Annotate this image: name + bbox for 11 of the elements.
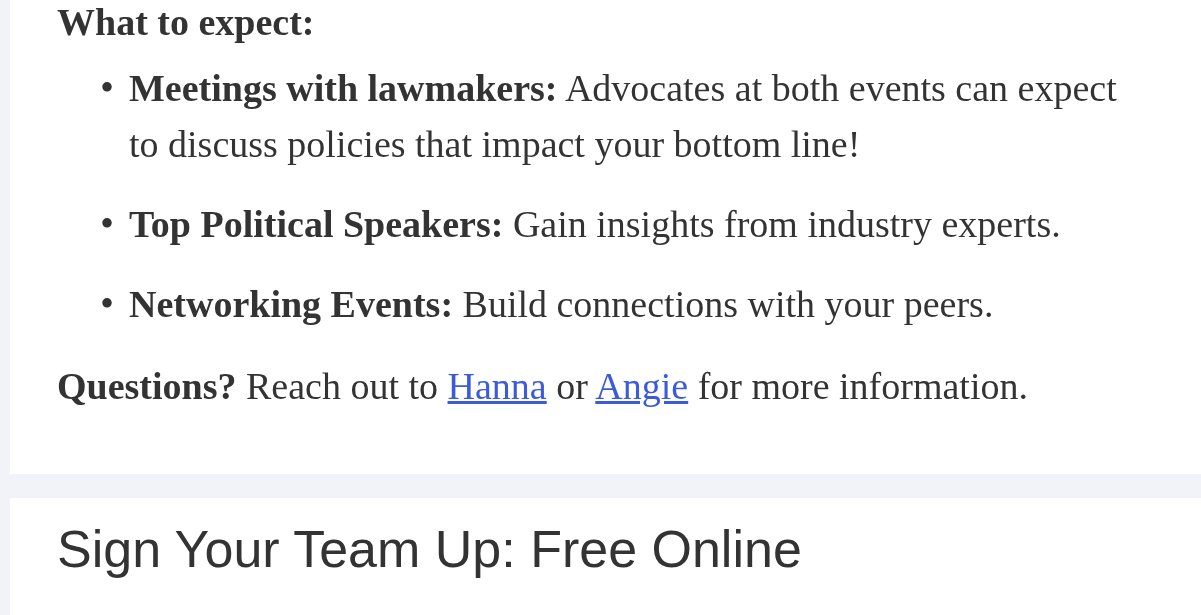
contact-link[interactable]: Angie	[595, 365, 689, 407]
bullet-icon: •	[100, 196, 129, 252]
bullet-item: Networking Events: Build connections with your peers.	[129, 282, 994, 327]
section-heading: What to expect:	[57, 0, 316, 44]
bullet-item: Meetings with lawmakers: Advocates at both events can expect to discuss policies that impact your bottom line!	[129, 66, 1118, 167]
section-heading: Sign Your Team Up: Free Online	[57, 519, 803, 580]
bullet-icon: •	[100, 276, 129, 332]
bullet-icon: •	[100, 60, 129, 172]
contact-link[interactable]: Hanna	[447, 365, 547, 407]
bullet-item: Top Political Speakers: Gain insights from industry experts.	[129, 202, 1061, 247]
questions-text: Questions? Reach out to Hanna or Angie for more information.	[57, 364, 1029, 409]
